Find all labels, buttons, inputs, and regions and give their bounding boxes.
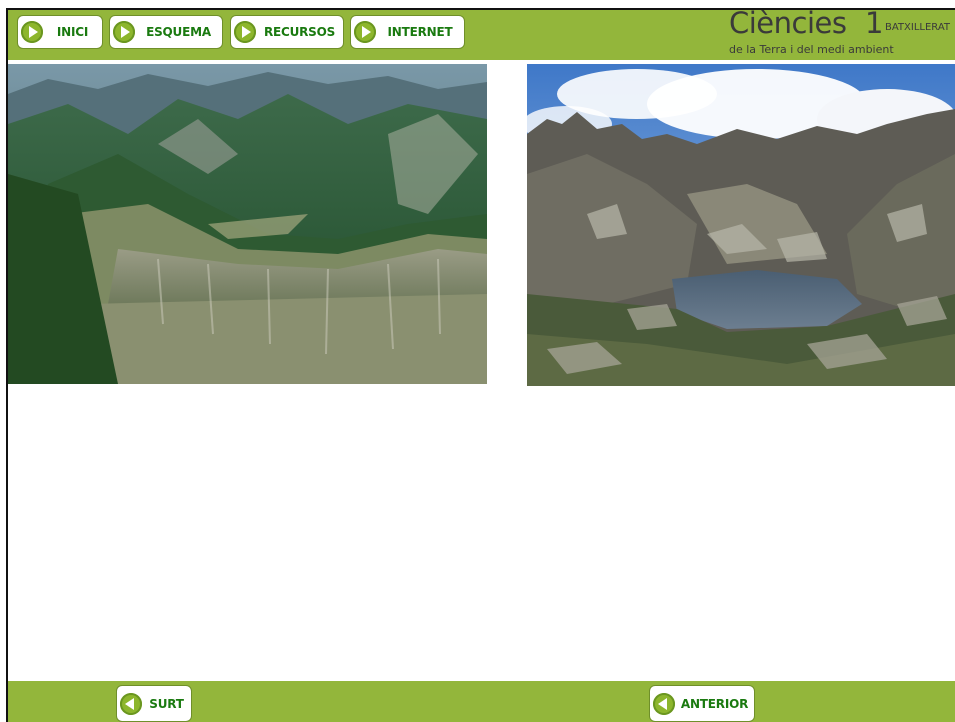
brand-level: BATXILLERAT — [885, 22, 951, 33]
surt-label: SURT — [149, 696, 184, 711]
glacial-lake-photo — [527, 64, 955, 386]
play-left-icon — [120, 692, 142, 715]
bottom-navigation-bar: SURT ANTERIOR — [8, 681, 955, 722]
brand-number: 1 — [865, 10, 884, 40]
recursos-button[interactable]: RECURSOS — [230, 15, 344, 49]
play-right-icon — [234, 21, 256, 43]
surt-button[interactable]: SURT — [116, 685, 192, 722]
inici-button[interactable]: INICI — [17, 15, 103, 49]
anterior-label: ANTERIOR — [680, 696, 749, 711]
play-right-icon — [21, 21, 43, 43]
anterior-button[interactable]: ANTERIOR — [649, 685, 755, 722]
internet-label: INTERNET — [387, 25, 453, 39]
esquema-label: ESQUEMA — [146, 25, 211, 39]
brand-title: Ciències — [729, 10, 847, 40]
brand-subtitle: de la Terra i del medi ambient — [729, 43, 894, 56]
play-left-icon — [653, 692, 675, 715]
brand-logo: Ciències 1 BATXILLERAT de la Terra i del… — [725, 10, 955, 60]
play-right-icon — [354, 21, 376, 43]
play-right-icon — [113, 21, 135, 43]
internet-button[interactable]: INTERNET — [350, 15, 465, 49]
inici-label: INICI — [56, 25, 89, 39]
mountain-ridge-photo — [8, 64, 487, 384]
recursos-label: RECURSOS — [263, 25, 336, 39]
esquema-button[interactable]: ESQUEMA — [109, 15, 223, 49]
